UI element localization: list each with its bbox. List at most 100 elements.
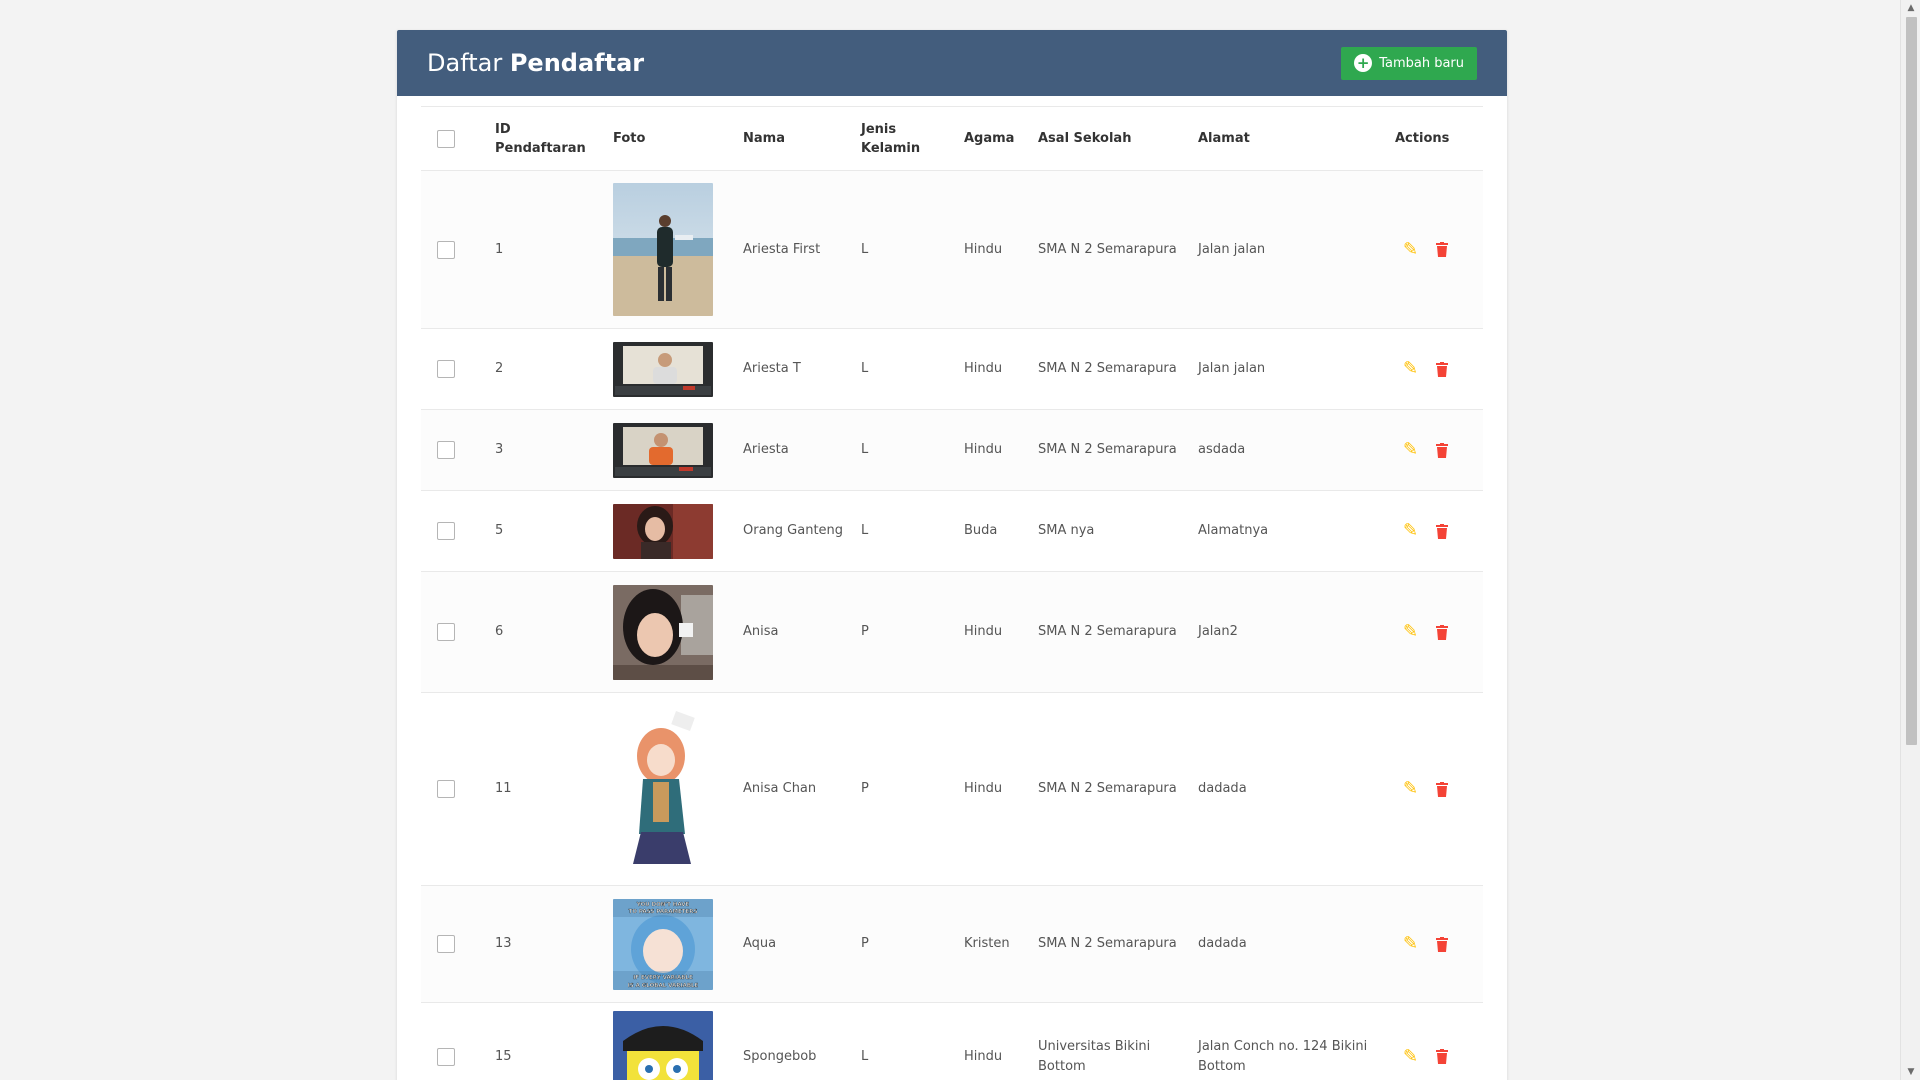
table-row: 2 Ariesta T L Hindu SMA N 2 Semarapura J… bbox=[421, 328, 1483, 410]
table-row: 5 Orang Ganteng L Buda SMA nya Alamatnya… bbox=[421, 490, 1483, 572]
pencil-icon[interactable]: ✎ bbox=[1403, 360, 1418, 378]
cell-agama: Hindu bbox=[964, 571, 1038, 693]
row-actions: ✎ bbox=[1395, 623, 1475, 641]
col-id[interactable]: ID Pendaftaran bbox=[495, 106, 613, 171]
trash-icon[interactable] bbox=[1436, 361, 1449, 377]
row-checkbox[interactable] bbox=[437, 623, 455, 641]
meme-bottom-text: IF EVERY VARIABLE bbox=[633, 975, 693, 981]
col-foto[interactable]: Foto bbox=[613, 106, 743, 171]
pencil-icon[interactable]: ✎ bbox=[1403, 935, 1418, 953]
trash-icon[interactable] bbox=[1436, 624, 1449, 640]
cell-id: 2 bbox=[495, 328, 613, 410]
table-container: ID Pendaftaran Foto Nama Jenis Kelamin A… bbox=[421, 106, 1483, 1080]
row-checkbox[interactable] bbox=[437, 441, 455, 459]
card-header: Daftar Pendaftar + Tambah baru bbox=[397, 30, 1507, 96]
cell-agama: Hindu bbox=[964, 328, 1038, 410]
pencil-icon[interactable]: ✎ bbox=[1403, 522, 1418, 540]
row-actions: ✎ bbox=[1395, 522, 1475, 540]
cell-asal-sekolah: SMA N 2 Semarapura bbox=[1038, 692, 1198, 886]
photo-woman-portrait bbox=[613, 503, 713, 559]
row-actions: ✎ bbox=[1395, 935, 1475, 953]
trash-icon[interactable] bbox=[1436, 936, 1449, 952]
trash-icon[interactable] bbox=[1436, 242, 1449, 257]
registrants-card: Daftar Pendaftar + Tambah baru ID Pendaf… bbox=[397, 30, 1507, 1080]
row-actions: ✎ bbox=[1395, 441, 1475, 459]
cell-agama: Hindu bbox=[964, 1002, 1038, 1080]
cell-alamat: Jalan jalan bbox=[1198, 170, 1395, 329]
cell-jenis-kelamin: L bbox=[861, 409, 964, 491]
table-row: 1 Ariesta First L Hindu SMA N 2 Semarapu… bbox=[421, 170, 1483, 329]
cell-asal-sekolah: SMA N 2 Semarapura bbox=[1038, 170, 1198, 329]
select-all-checkbox[interactable] bbox=[437, 129, 455, 148]
row-actions: ✎ bbox=[1395, 780, 1475, 798]
table-header-row: ID Pendaftaran Foto Nama Jenis Kelamin A… bbox=[421, 106, 1483, 171]
add-button-label: Tambah baru bbox=[1379, 55, 1464, 71]
col-alamat[interactable]: Alamat bbox=[1198, 106, 1395, 171]
cell-alamat: Alamatnya bbox=[1198, 490, 1395, 572]
row-checkbox[interactable] bbox=[437, 360, 455, 378]
title-bold: Pendaftar bbox=[509, 49, 645, 77]
meme-bottom-text-2: IS A GLOBAL VARIABLE bbox=[628, 983, 699, 989]
photo-beach-portrait bbox=[613, 183, 713, 316]
pencil-icon[interactable]: ✎ bbox=[1403, 780, 1418, 798]
scrollbar-thumb[interactable] bbox=[1906, 17, 1917, 745]
cell-alamat: Jalan Conch no. 124 Bikini Bottom bbox=[1198, 1002, 1395, 1080]
page-scrollbar[interactable]: ▲ ▼ bbox=[1900, 0, 1920, 1080]
cell-agama: Kristen bbox=[964, 885, 1038, 1003]
meme-top-text-2: TO PASS PARAMETERS bbox=[629, 909, 698, 915]
cell-agama: Buda bbox=[964, 490, 1038, 572]
photo-desk-portrait-2 bbox=[613, 422, 713, 478]
scroll-up-arrow-icon[interactable]: ▲ bbox=[1901, 0, 1920, 16]
add-new-button[interactable]: + Tambah baru bbox=[1341, 46, 1477, 80]
cell-id: 11 bbox=[495, 692, 613, 886]
row-checkbox[interactable] bbox=[437, 522, 455, 540]
trash-icon[interactable] bbox=[1436, 1049, 1449, 1064]
cell-jenis-kelamin: L bbox=[861, 328, 964, 410]
row-checkbox[interactable] bbox=[437, 935, 455, 953]
row-actions: ✎ bbox=[1395, 240, 1475, 259]
cell-id: 3 bbox=[495, 409, 613, 491]
page-title: Daftar Pendaftar bbox=[427, 49, 644, 77]
photo-desk-portrait bbox=[613, 341, 713, 397]
col-asal-sekolah[interactable]: Asal Sekolah bbox=[1038, 106, 1198, 171]
cell-nama: Orang Ganteng bbox=[743, 490, 861, 572]
pencil-icon[interactable]: ✎ bbox=[1403, 1047, 1418, 1066]
cell-agama: Hindu bbox=[964, 170, 1038, 329]
cell-id: 1 bbox=[495, 170, 613, 329]
pencil-icon[interactable]: ✎ bbox=[1403, 623, 1418, 641]
plus-circle-icon: + bbox=[1354, 54, 1373, 72]
trash-icon[interactable] bbox=[1436, 523, 1449, 539]
col-actions: Actions bbox=[1395, 106, 1483, 171]
table-row: 6 Anisa P Hindu SMA N 2 Semarapura Jalan… bbox=[421, 571, 1483, 693]
cell-agama: Hindu bbox=[964, 692, 1038, 886]
photo-anime-girl bbox=[613, 704, 713, 874]
pencil-icon[interactable]: ✎ bbox=[1403, 441, 1418, 459]
cell-alamat: Jalan jalan bbox=[1198, 328, 1395, 410]
row-checkbox[interactable] bbox=[437, 1047, 455, 1066]
cell-jenis-kelamin: L bbox=[861, 170, 964, 329]
cell-alamat: dadada bbox=[1198, 692, 1395, 886]
row-actions: ✎ bbox=[1395, 1047, 1475, 1066]
row-checkbox[interactable] bbox=[437, 240, 455, 259]
row-actions: ✎ bbox=[1395, 360, 1475, 378]
registrants-table: ID Pendaftaran Foto Nama Jenis Kelamin A… bbox=[421, 106, 1483, 1080]
cell-jenis-kelamin: P bbox=[861, 692, 964, 886]
cell-id: 6 bbox=[495, 571, 613, 693]
title-prefix: Daftar bbox=[427, 49, 503, 77]
col-jenis-kelamin[interactable]: Jenis Kelamin bbox=[861, 106, 964, 171]
row-checkbox[interactable] bbox=[437, 780, 455, 798]
table-row: 15 Spongebob L Hindu Universitas Bikini … bbox=[421, 1002, 1483, 1080]
cell-id: 13 bbox=[495, 885, 613, 1003]
cell-asal-sekolah: SMA nya bbox=[1038, 490, 1198, 572]
pencil-icon[interactable]: ✎ bbox=[1403, 240, 1418, 259]
cell-asal-sekolah: SMA N 2 Semarapura bbox=[1038, 885, 1198, 1003]
cell-id: 5 bbox=[495, 490, 613, 572]
cell-asal-sekolah: Universitas Bikini Bottom bbox=[1038, 1002, 1198, 1080]
photo-selfie bbox=[613, 584, 713, 680]
trash-icon[interactable] bbox=[1436, 442, 1449, 458]
col-nama[interactable]: Nama bbox=[743, 106, 861, 171]
table-row: 13 YOU DON'T HAVE TO PASS PARAMETERS IF … bbox=[421, 885, 1483, 1003]
scroll-down-arrow-icon[interactable]: ▼ bbox=[1901, 1064, 1920, 1080]
col-agama[interactable]: Agama bbox=[964, 106, 1038, 171]
trash-icon[interactable] bbox=[1436, 781, 1449, 797]
